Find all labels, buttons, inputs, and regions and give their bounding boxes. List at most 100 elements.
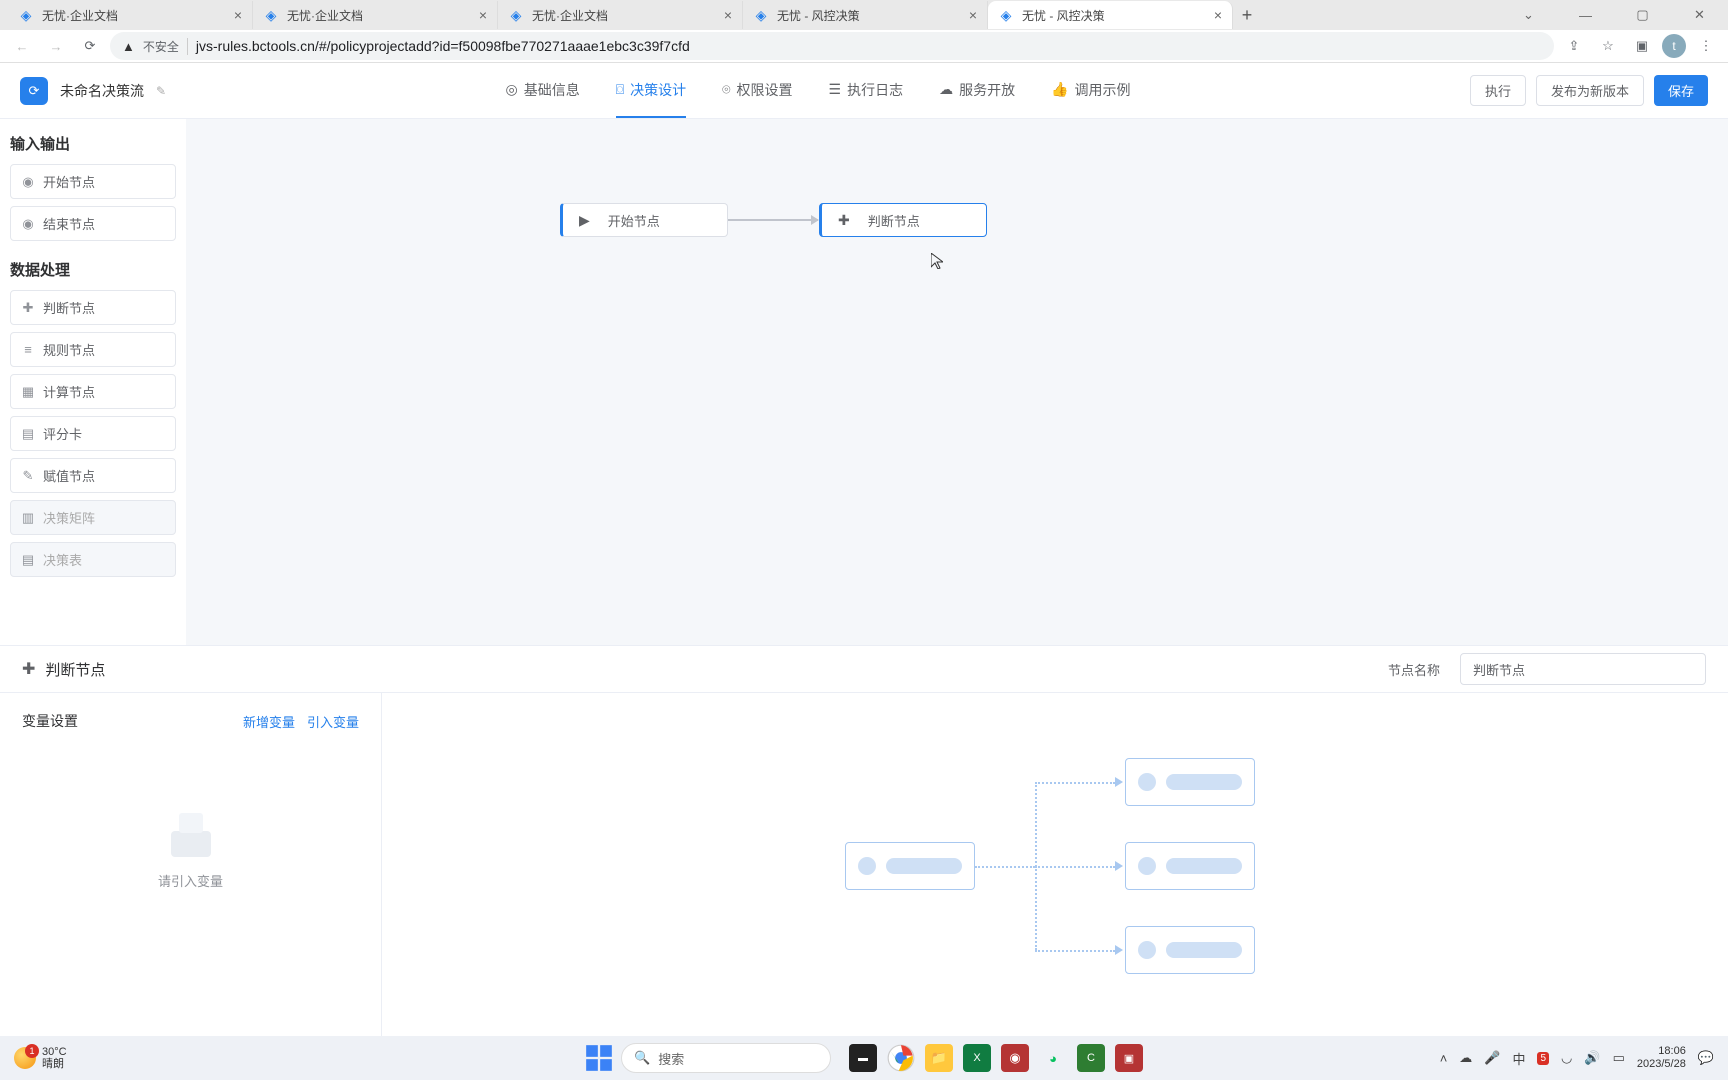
kebab-menu-icon[interactable]: ⋮	[1692, 32, 1720, 60]
weather-desc: 晴朗	[42, 1058, 67, 1070]
schematic-node	[1125, 926, 1255, 974]
new-tab-button[interactable]: +	[1233, 5, 1261, 26]
edit-icon[interactable]: ✎	[156, 84, 166, 98]
reload-button[interactable]: ⟳	[76, 32, 104, 60]
canvas-edge[interactable]	[728, 219, 818, 221]
close-icon[interactable]: ×	[969, 7, 977, 23]
node-name-label: 节点名称	[1388, 660, 1440, 679]
palette-item-rule[interactable]: ≡ 规则节点	[10, 332, 176, 367]
taskbar-search[interactable]: 🔍 搜索	[621, 1043, 831, 1073]
close-icon[interactable]: ×	[724, 7, 732, 23]
add-variable-link[interactable]: 新增变量	[243, 712, 295, 731]
grid-icon: ▦	[21, 384, 35, 400]
close-icon[interactable]: ×	[234, 7, 242, 23]
minimize-button[interactable]: —	[1557, 0, 1614, 30]
microphone-icon[interactable]: 🎤	[1484, 1050, 1500, 1066]
bookmark-icon[interactable]: ☆	[1594, 32, 1622, 60]
taskbar-app-explorer-icon[interactable]: 📁	[925, 1044, 953, 1072]
bottom-panel: ✚ 判断节点 节点名称 变量设置 新增变量 引入变量	[0, 646, 1728, 1036]
taskbar-app-icon[interactable]: ▣	[1115, 1044, 1143, 1072]
canvas-node-judge[interactable]: ✚ 判断节点	[819, 203, 987, 237]
taskbar-app-excel-icon[interactable]: X	[963, 1044, 991, 1072]
input-method-icon[interactable]: 中	[1512, 1049, 1525, 1068]
tray-app-icon[interactable]: 5	[1537, 1052, 1549, 1065]
search-icon: 🔍	[634, 1050, 650, 1066]
variable-panel: 变量设置 新增变量 引入变量 请引入变量	[0, 693, 382, 1036]
nav-tab-decision-design[interactable]: ⌼ 决策设计	[616, 64, 686, 118]
schematic-node	[1125, 758, 1255, 806]
taskbar-app-icon[interactable]: ▬	[849, 1044, 877, 1072]
browser-tab[interactable]: ◈ 无忧 - 风控决策 ×	[743, 1, 988, 29]
wifi-icon[interactable]: ◡	[1561, 1050, 1572, 1066]
close-icon[interactable]: ×	[479, 7, 487, 23]
info-icon: ◎	[505, 81, 517, 98]
browser-tab[interactable]: ◈ 无忧·企业文档 ×	[498, 1, 743, 29]
palette-item-start[interactable]: ◉ 开始节点	[10, 164, 176, 199]
edit-icon: ✎	[21, 468, 35, 484]
chevron-down-icon[interactable]: ⌄	[1500, 0, 1557, 30]
weather-widget[interactable]: 1 30°C 晴朗	[14, 1046, 67, 1070]
publish-button[interactable]: 发布为新版本	[1536, 75, 1644, 106]
palette-item-scorecard[interactable]: ▤ 评分卡	[10, 416, 176, 451]
save-button[interactable]: 保存	[1654, 75, 1708, 106]
palette-item-decision-matrix: ▥ 决策矩阵	[10, 500, 176, 535]
browser-tab[interactable]: ◈ 无忧 - 风控决策 ×	[988, 1, 1233, 29]
profile-avatar[interactable]: t	[1662, 34, 1686, 58]
list-icon: ≡	[21, 342, 35, 357]
warning-icon: ▲	[122, 39, 135, 54]
flow-canvas[interactable]: ▶ 开始节点 ✚ 判断节点	[186, 119, 1728, 645]
start-button[interactable]	[585, 1044, 613, 1072]
run-button[interactable]: 执行	[1470, 75, 1526, 106]
back-button[interactable]: ←	[8, 32, 36, 60]
tab-title: 无忧·企业文档	[287, 7, 471, 24]
url-input[interactable]: ▲ 不安全 jvs-rules.bctools.cn/#/policyproje…	[110, 32, 1554, 60]
nav-tab-service-open[interactable]: ☁ 服务开放	[939, 64, 1015, 118]
battery-icon[interactable]: ▭	[1613, 1050, 1625, 1066]
nav-tab-basic-info[interactable]: ◎ 基础信息	[505, 64, 579, 118]
maximize-button[interactable]: ▢	[1614, 0, 1671, 30]
nav-tab-permissions[interactable]: ⌾ 权限设置	[722, 64, 792, 118]
variable-panel-title: 变量设置	[22, 711, 78, 731]
schematic-node	[1125, 842, 1255, 890]
taskbar-app-wechat-icon[interactable]: ◕	[1039, 1044, 1067, 1072]
empty-box-icon	[167, 813, 215, 857]
design-icon: ⌼	[616, 81, 624, 98]
palette-item-end[interactable]: ◉ 结束节点	[10, 206, 176, 241]
play-icon: ▶	[579, 212, 590, 229]
app-logo-icon: ⟳	[20, 77, 48, 105]
forward-button[interactable]: →	[42, 32, 70, 60]
plus-icon: ✚	[838, 212, 850, 229]
favicon-icon: ◈	[18, 7, 34, 23]
import-variable-link[interactable]: 引入变量	[307, 712, 359, 731]
node-name-input[interactable]	[1460, 653, 1706, 685]
chevron-up-icon[interactable]: ˄	[1440, 1051, 1448, 1066]
taskbar-app-icon[interactable]: ◉	[1001, 1044, 1029, 1072]
security-label: 不安全	[143, 38, 188, 55]
volume-icon[interactable]: 🔊	[1584, 1050, 1600, 1066]
close-button[interactable]: ✕	[1671, 0, 1728, 30]
taskbar-clock[interactable]: 18:06 2023/5/28	[1637, 1045, 1686, 1070]
canvas-node-start[interactable]: ▶ 开始节点	[560, 203, 728, 237]
nav-tab-call-example[interactable]: 👍 调用示例	[1051, 64, 1130, 118]
url-text: jvs-rules.bctools.cn/#/policyprojectadd?…	[196, 38, 1542, 54]
browser-tab[interactable]: ◈ 无忧·企业文档 ×	[8, 1, 253, 29]
share-icon[interactable]: ⇪	[1560, 32, 1588, 60]
palette-item-judge[interactable]: ✚ 判断节点	[10, 290, 176, 325]
taskbar-app-chrome-icon[interactable]	[887, 1044, 915, 1072]
favicon-icon: ◈	[263, 7, 279, 23]
browser-tab[interactable]: ◈ 无忧·企业文档 ×	[253, 1, 498, 29]
notifications-icon[interactable]: 💬	[1698, 1050, 1714, 1066]
favicon-icon: ◈	[998, 7, 1014, 23]
stop-icon: ◉	[21, 216, 35, 232]
palette-item-calc[interactable]: ▦ 计算节点	[10, 374, 176, 409]
windows-taskbar: 1 30°C 晴朗 🔍 搜索 ▬ 📁 X ◉ ◕ C ▣ ˄ ☁ 🎤 中 5 ◡	[0, 1036, 1728, 1080]
nav-tab-exec-log[interactable]: ☰ 执行日志	[829, 64, 904, 118]
empty-text: 请引入变量	[158, 871, 223, 890]
taskbar-app-icon[interactable]: C	[1077, 1044, 1105, 1072]
panel-title: 判断节点	[45, 659, 105, 680]
extensions-icon[interactable]: ▣	[1628, 32, 1656, 60]
close-icon[interactable]: ×	[1214, 7, 1222, 23]
cloud-icon[interactable]: ☁	[1459, 1050, 1472, 1066]
palette-group-title: 数据处理	[10, 259, 176, 280]
palette-item-assign[interactable]: ✎ 赋值节点	[10, 458, 176, 493]
